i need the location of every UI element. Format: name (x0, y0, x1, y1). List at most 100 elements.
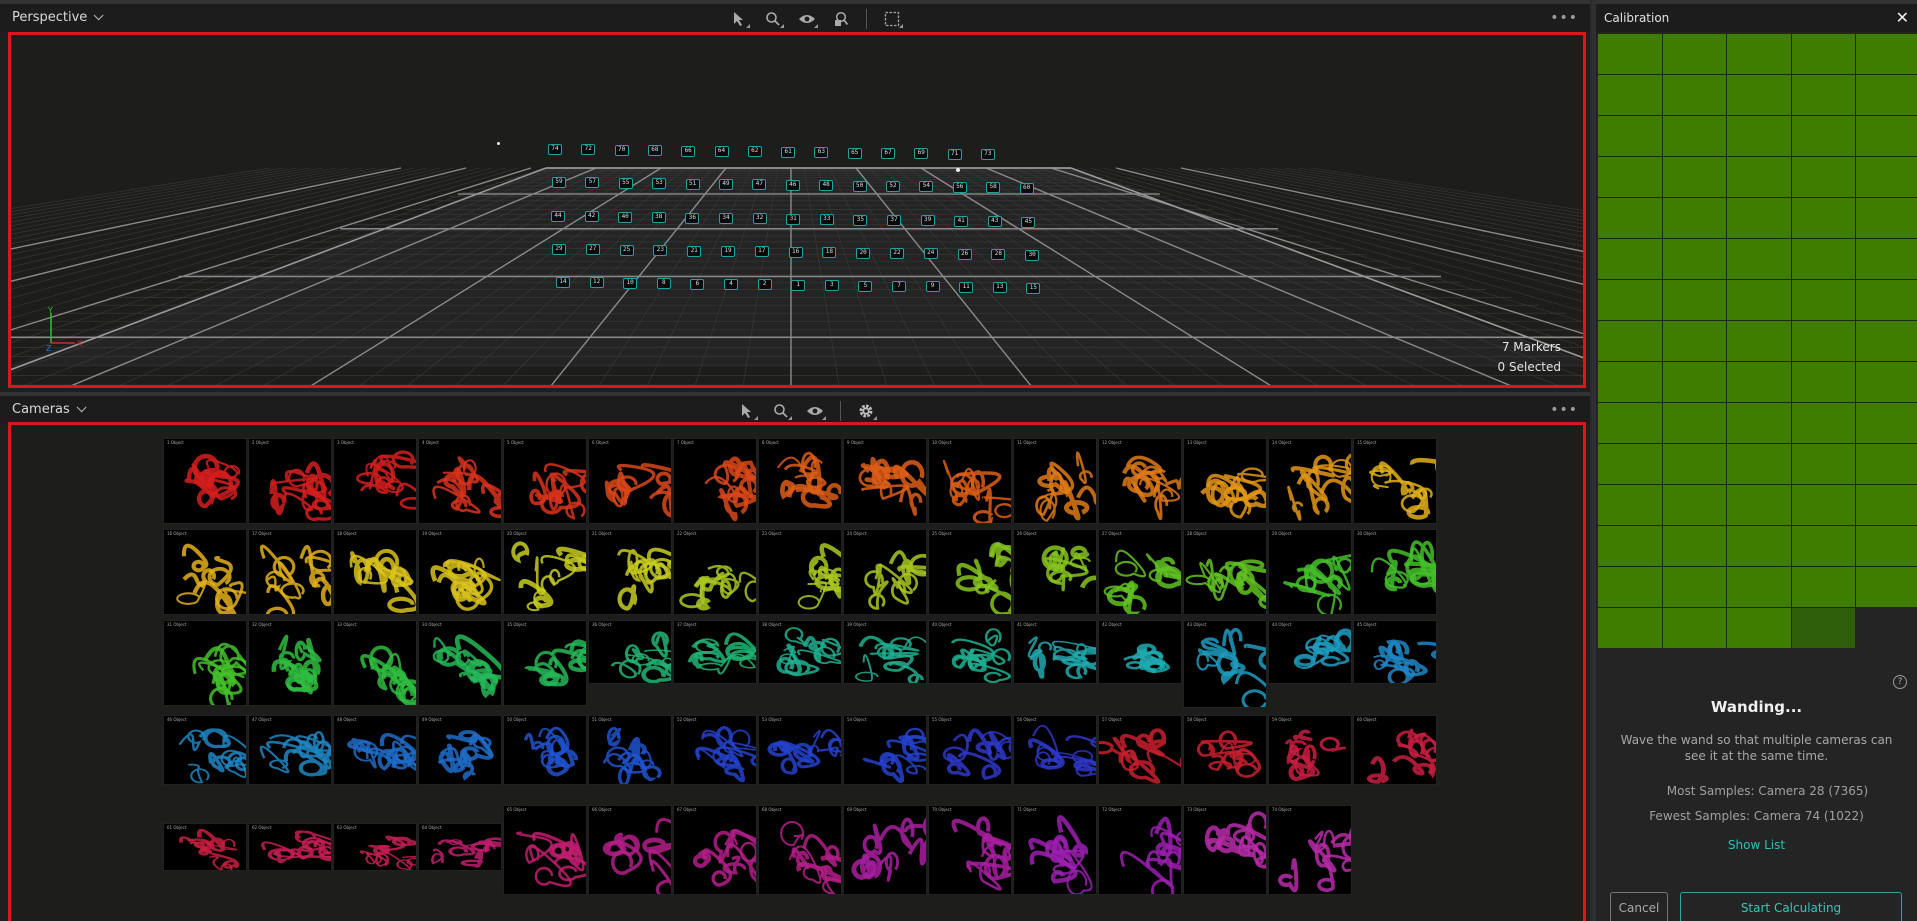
camera-marker-label[interactable]: 6 (690, 278, 705, 290)
camera-marker-label[interactable]: 54 (919, 181, 934, 193)
camera-thumbnail[interactable]: 51 Object (588, 715, 672, 785)
camera-thumbnail[interactable]: 73 Object (1183, 805, 1267, 895)
camera-thumbnail[interactable]: 41 Object (1013, 620, 1097, 684)
camera-thumbnail[interactable]: 47 Object (248, 715, 332, 785)
camera-thumbnail[interactable]: 42 Object (1098, 620, 1182, 684)
camera-thumbnail[interactable]: 68 Object (758, 805, 842, 895)
select-tool-button[interactable] (734, 400, 760, 422)
camera-marker-label[interactable]: 41 (954, 215, 969, 227)
camera-marker-label[interactable]: 37 (887, 215, 901, 226)
camera-marker-label[interactable]: 5 (858, 280, 873, 292)
camera-marker-label[interactable]: 44 (551, 211, 565, 222)
cancel-button[interactable]: Cancel (1610, 892, 1668, 921)
camera-marker-label[interactable]: 62 (747, 146, 762, 158)
camera-thumbnail[interactable]: 23 Object (758, 529, 842, 615)
camera-thumbnail[interactable]: 70 Object (928, 805, 1012, 895)
camera-thumbnail[interactable]: 8 Object (758, 438, 842, 524)
camera-marker-label[interactable]: 40 (618, 211, 633, 223)
camera-thumbnail[interactable]: 69 Object (843, 805, 927, 895)
camera-marker-label[interactable]: 57 (585, 177, 600, 189)
camera-thumbnail[interactable]: 27 Object (1098, 529, 1182, 615)
camera-marker-label[interactable]: 68 (647, 145, 662, 157)
camera-thumbnail[interactable]: 46 Object (163, 715, 247, 785)
camera-marker-label[interactable]: 71 (947, 148, 962, 160)
camera-marker-label[interactable]: 17 (754, 246, 769, 258)
camera-marker-label[interactable]: 14 (556, 277, 570, 288)
camera-thumbnail[interactable]: 38 Object (758, 620, 842, 684)
camera-thumbnail[interactable]: 63 Object (333, 823, 417, 871)
camera-thumbnail[interactable]: 55 Object (928, 715, 1012, 785)
camera-thumbnail[interactable]: 74 Object (1268, 805, 1352, 895)
camera-thumbnail[interactable]: 32 Object (248, 620, 332, 706)
camera-thumbnail[interactable]: 25 Object (928, 529, 1012, 615)
camera-marker-label[interactable]: 24 (923, 248, 938, 260)
camera-marker-label[interactable]: 45 (1021, 216, 1036, 228)
camera-thumbnail[interactable]: 49 Object (418, 715, 502, 785)
camera-thumbnail[interactable]: 58 Object (1183, 715, 1267, 785)
camera-thumbnail[interactable]: 57 Object (1098, 715, 1182, 785)
camera-thumbnail[interactable]: 19 Object (418, 529, 502, 615)
camera-thumbnail[interactable]: 26 Object (1013, 529, 1097, 615)
camera-marker-label[interactable]: 74 (548, 144, 562, 155)
camera-marker-label[interactable]: 35 (853, 214, 868, 226)
zoom-tool-button[interactable] (768, 400, 794, 422)
lock-zoom-tool-button[interactable] (828, 8, 854, 30)
camera-thumbnail[interactable]: 13 Object (1183, 438, 1267, 524)
camera-marker-label[interactable]: 9 (925, 281, 940, 293)
camera-thumbnail[interactable]: 54 Object (843, 715, 927, 785)
camera-marker-label[interactable]: 66 (681, 145, 696, 157)
camera-thumbnail[interactable]: 33 Object (333, 620, 417, 706)
settings-tool-button[interactable] (853, 400, 879, 422)
camera-marker-label[interactable]: 25 (619, 244, 634, 256)
camera-marker-label[interactable]: 26 (957, 248, 972, 260)
camera-thumbnail[interactable]: 28 Object (1183, 529, 1267, 615)
camera-marker-label[interactable]: 28 (991, 249, 1006, 261)
camera-marker-label[interactable]: 51 (685, 178, 700, 190)
show-list-link[interactable]: Show List (1596, 838, 1917, 852)
camera-thumbnail[interactable]: 48 Object (333, 715, 417, 785)
camera-thumbnail[interactable]: 60 Object (1353, 715, 1437, 785)
camera-marker-label[interactable]: 36 (685, 212, 700, 224)
camera-thumbnail[interactable]: 20 Object (503, 529, 587, 615)
camera-thumbnail[interactable]: 9 Object (843, 438, 927, 524)
camera-marker-label[interactable]: 18 (822, 247, 837, 259)
camera-thumbnail[interactable]: 29 Object (1268, 529, 1352, 615)
camera-marker-label[interactable]: 1 (791, 279, 806, 291)
camera-thumbnail[interactable]: 3 Object (333, 438, 417, 524)
camera-thumbnail[interactable]: 34 Object (418, 620, 502, 706)
camera-marker-label[interactable]: 15 (1026, 282, 1041, 294)
camera-thumbnail[interactable]: 37 Object (673, 620, 757, 684)
camera-marker-label[interactable]: 13 (992, 282, 1007, 294)
camera-thumbnail[interactable]: 31 Object (163, 620, 247, 706)
select-tool-button[interactable] (726, 8, 752, 30)
camera-marker-label[interactable]: 38 (651, 212, 666, 224)
camera-thumbnail[interactable]: 10 Object (928, 438, 1012, 524)
perspective-view-dropdown[interactable]: Perspective (12, 10, 104, 25)
camera-marker-label[interactable]: 19 (721, 246, 735, 257)
camera-marker-label[interactable]: 46 (785, 179, 800, 191)
camera-marker-label[interactable]: 53 (652, 178, 667, 190)
camera-marker-label[interactable]: 23 (653, 245, 668, 257)
camera-thumbnail[interactable]: 53 Object (758, 715, 842, 785)
camera-thumbnail[interactable]: 16 Object (163, 529, 247, 615)
camera-thumbnail[interactable]: 7 Object (673, 438, 757, 524)
camera-marker-label[interactable]: 52 (886, 181, 900, 192)
camera-marker-label[interactable]: 34 (719, 213, 733, 224)
camera-marker-label[interactable]: 8 (656, 278, 671, 290)
camera-thumbnail[interactable]: 64 Object (418, 823, 502, 871)
more-options-icon[interactable]: ••• (1550, 402, 1578, 418)
zoom-tool-button[interactable] (760, 8, 786, 30)
camera-marker-label[interactable]: 69 (914, 148, 929, 160)
camera-marker-label[interactable]: 7 (892, 281, 906, 292)
camera-thumbnail[interactable]: 65 Object (503, 805, 587, 895)
camera-thumbnail[interactable]: 59 Object (1268, 715, 1352, 785)
camera-thumbnail[interactable]: 36 Object (588, 620, 672, 684)
camera-marker-label[interactable]: 42 (584, 211, 599, 223)
camera-thumbnail[interactable]: 61 Object (163, 823, 247, 871)
camera-marker-label[interactable]: 70 (614, 144, 629, 156)
view-tool-button[interactable] (802, 400, 828, 422)
camera-marker-label[interactable]: 60 (1019, 182, 1034, 194)
camera-marker-label[interactable]: 4 (724, 279, 738, 290)
camera-thumbnail[interactable]: 1 Object (163, 438, 247, 524)
camera-thumbnail[interactable]: 67 Object (673, 805, 757, 895)
